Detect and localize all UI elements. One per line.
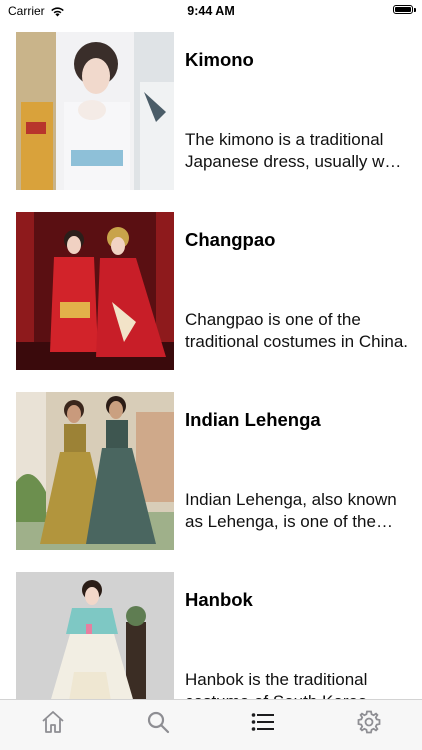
list-icon	[251, 713, 274, 731]
tab-search[interactable]	[143, 707, 173, 737]
search-icon	[147, 711, 170, 734]
list-item[interactable]: Kimono The kimono is a traditional Japan…	[0, 32, 422, 190]
battery-level	[395, 7, 411, 12]
list-item[interactable]: Indian Lehenga Indian Lehenga, also know…	[0, 392, 422, 550]
hanbok-image	[16, 572, 174, 700]
item-description: Changpao is one of the traditional costu…	[185, 310, 409, 351]
battery-icon	[393, 5, 413, 14]
tab-bar	[0, 699, 422, 750]
costume-list[interactable]: Kimono The kimono is a traditional Japan…	[0, 22, 422, 700]
home-icon	[42, 711, 64, 733]
item-description: The kimono is a traditional Japanese dre…	[185, 130, 409, 171]
item-title: Kimono	[185, 49, 254, 70]
battery-cap	[414, 8, 416, 12]
item-description: Hanbok is the traditional costume of Sou…	[185, 670, 372, 700]
item-title: Indian Lehenga	[185, 409, 321, 430]
tab-settings[interactable]	[354, 707, 384, 737]
status-bar: Carrier 9:44 AM	[0, 0, 422, 22]
gear-icon	[357, 710, 381, 734]
status-time: 9:44 AM	[187, 4, 235, 18]
list-item[interactable]: Hanbok Hanbok is the traditional costume…	[0, 572, 422, 700]
tab-list[interactable]	[248, 707, 278, 737]
item-title: Changpao	[185, 229, 276, 250]
changpao-image	[16, 212, 174, 370]
kimono-image	[16, 32, 174, 190]
item-title: Hanbok	[185, 589, 253, 610]
item-description: Indian Lehenga, also known as Lehenga, i…	[185, 490, 397, 531]
list-item[interactable]: Changpao Changpao is one of the traditio…	[0, 212, 422, 370]
lehenga-image	[16, 392, 174, 550]
tab-home[interactable]	[38, 707, 68, 737]
